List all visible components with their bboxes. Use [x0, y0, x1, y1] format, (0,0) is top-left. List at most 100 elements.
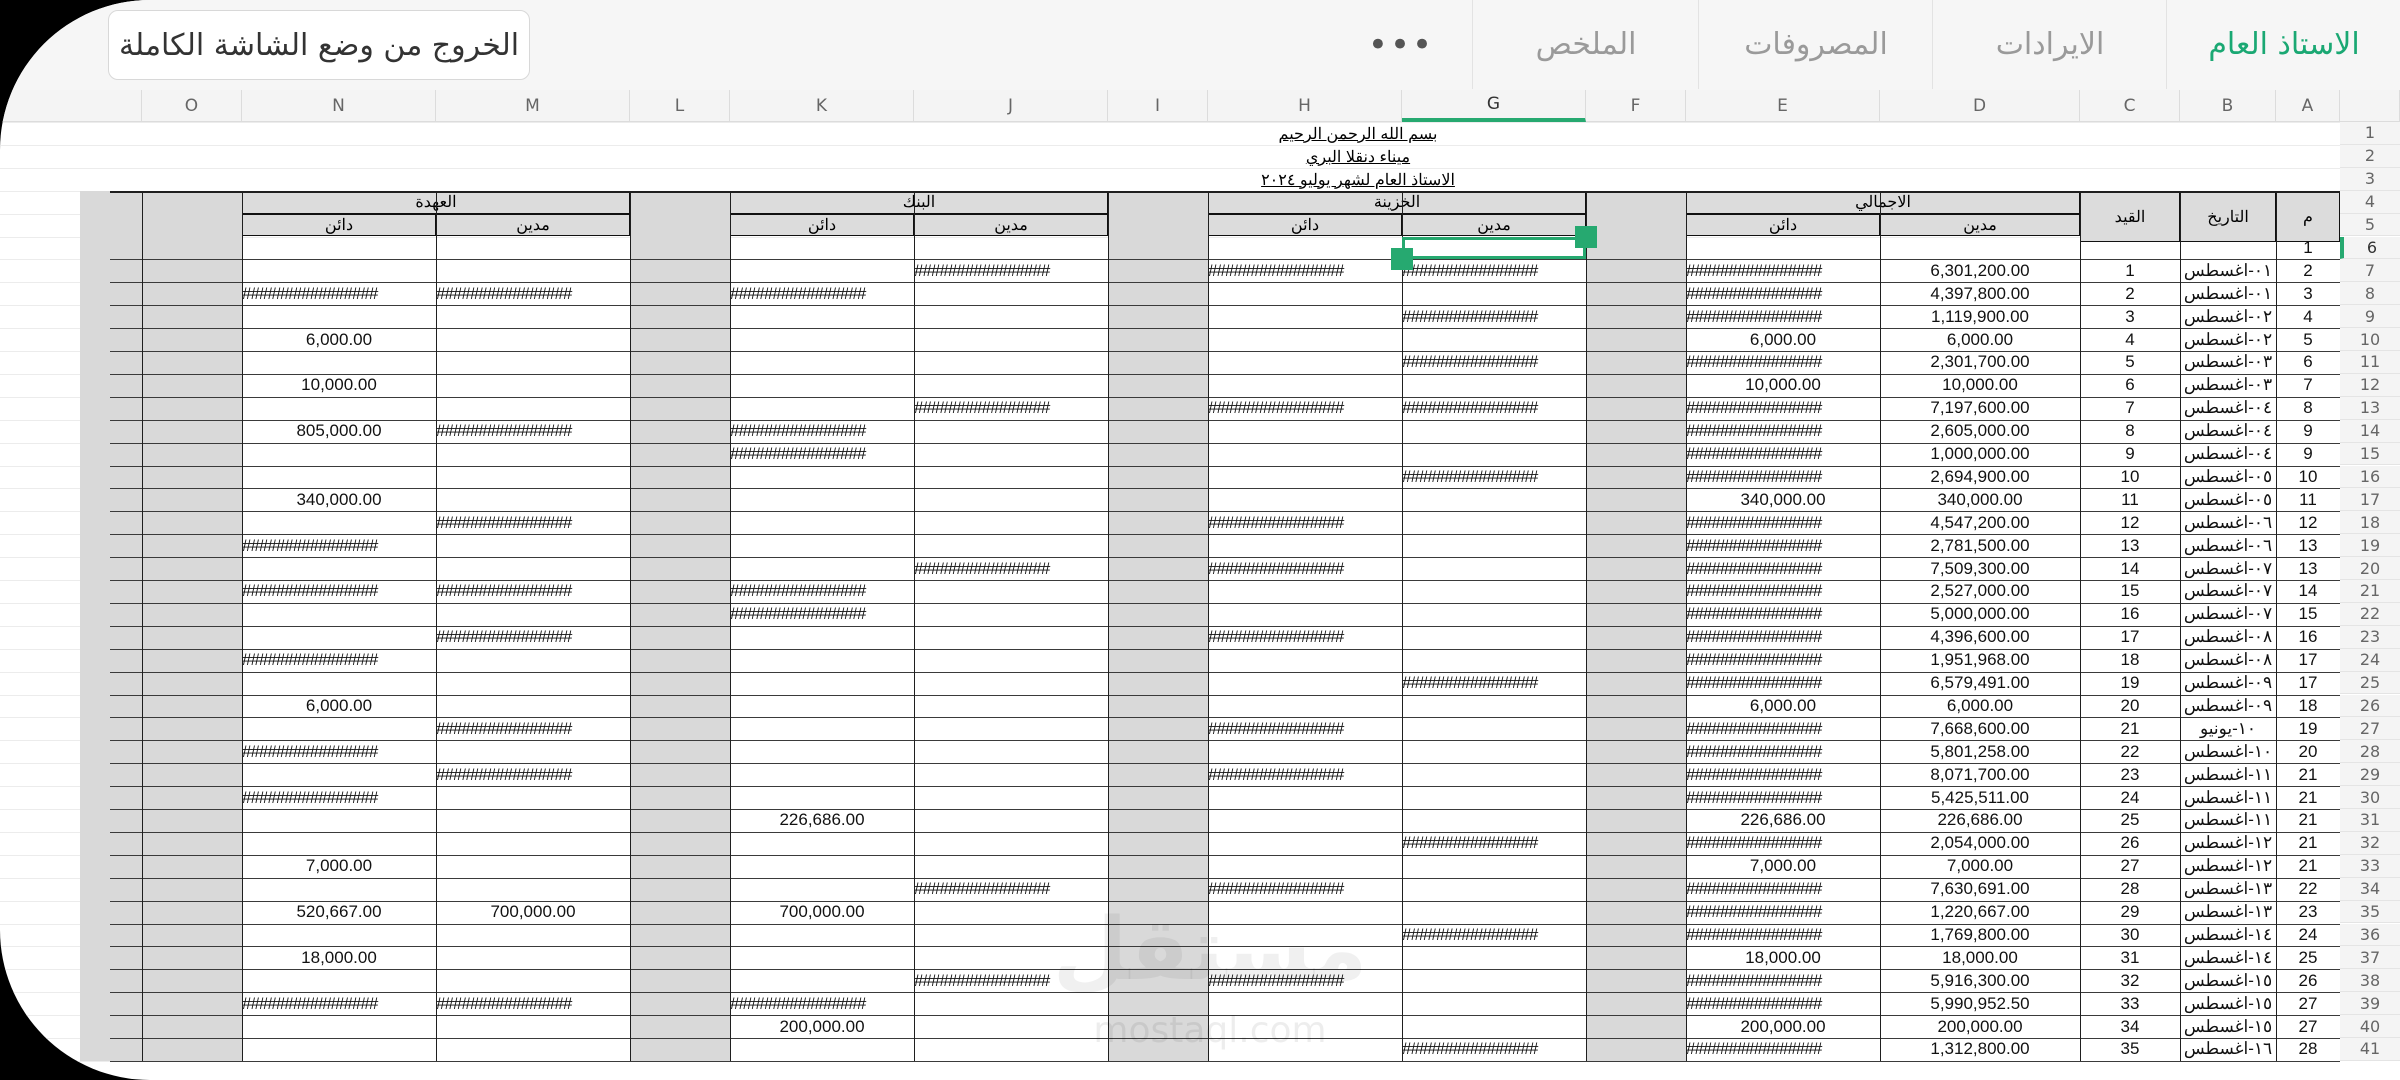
cell-J[interactable]: ################ — [914, 397, 1108, 420]
row-header-10[interactable]: 10 — [2340, 328, 2400, 351]
cell-c-entry[interactable]: 17 — [2080, 626, 2180, 649]
cell-a-m[interactable]: 4 — [2276, 305, 2340, 328]
cell-c-entry[interactable]: 1 — [2080, 259, 2180, 282]
column-header-F[interactable]: F — [1586, 90, 1686, 122]
cell-H[interactable] — [1208, 695, 1402, 718]
cell-b-date[interactable]: ٠٩-اغسطس — [2180, 695, 2276, 718]
cell-N[interactable]: ################ — [242, 580, 436, 603]
cell-M[interactable] — [436, 259, 630, 282]
cell-J[interactable]: ################ — [914, 557, 1108, 580]
cell-E[interactable]: ################ — [1686, 420, 1880, 443]
cell-c-entry[interactable]: 25 — [2080, 809, 2180, 832]
cell-c-entry[interactable]: 13 — [2080, 534, 2180, 557]
cell-D[interactable]: 6,000.00 — [1880, 328, 2080, 351]
cell-N[interactable] — [242, 809, 436, 832]
cell-c-entry[interactable]: 23 — [2080, 763, 2180, 786]
row-header-6[interactable]: 6 — [2340, 236, 2400, 260]
row-header-21[interactable]: 21 — [2340, 580, 2400, 603]
cell-D[interactable]: 1,220,667.00 — [1880, 901, 2080, 924]
row-header-20[interactable]: 20 — [2340, 557, 2400, 580]
row-header-4[interactable]: 4 — [2340, 190, 2400, 214]
cell-M[interactable] — [436, 695, 630, 718]
cell-G[interactable] — [1402, 328, 1586, 351]
cell-E[interactable] — [1686, 237, 1880, 260]
cell-K[interactable] — [730, 626, 914, 649]
cell-G[interactable]: ################ — [1402, 305, 1586, 328]
cell-a-m[interactable]: 16 — [2276, 626, 2340, 649]
cell-a-m[interactable]: 5 — [2276, 328, 2340, 351]
cell-a-m[interactable]: 21 — [2276, 832, 2340, 855]
cell-c-entry[interactable]: 4 — [2080, 328, 2180, 351]
cell-E[interactable]: ################ — [1686, 305, 1880, 328]
cell-b-date[interactable]: ١٤-اغسطس — [2180, 924, 2276, 947]
cell-J[interactable] — [914, 695, 1108, 718]
cell-D[interactable]: 2,054,000.00 — [1880, 832, 2080, 855]
cell-b-date[interactable]: ٠٧-اغسطس — [2180, 603, 2276, 626]
cell-K[interactable] — [730, 305, 914, 328]
cell-G[interactable]: ################ — [1402, 397, 1586, 420]
cell-D[interactable]: 1,312,800.00 — [1880, 1038, 2080, 1061]
cell-M[interactable] — [436, 443, 630, 466]
cell-K[interactable] — [730, 488, 914, 511]
cell-b-date[interactable]: ١١-اغسطس — [2180, 809, 2276, 832]
cell-M[interactable] — [436, 1015, 630, 1038]
cell-G[interactable] — [1402, 786, 1586, 809]
cell-a-m[interactable]: 18 — [2276, 695, 2340, 718]
row-header-27[interactable]: 27 — [2340, 717, 2400, 741]
cell-E[interactable]: ################ — [1686, 397, 1880, 420]
cell-J[interactable] — [914, 809, 1108, 832]
row-header-3[interactable]: 3 — [2340, 167, 2400, 191]
cell-N[interactable]: 6,000.00 — [242, 328, 436, 351]
cell-J[interactable] — [914, 282, 1108, 305]
cell-H[interactable] — [1208, 855, 1402, 878]
cell-D[interactable]: 18,000.00 — [1880, 946, 2080, 969]
cell-b-date[interactable]: ١٣-اغسطس — [2180, 901, 2276, 924]
cell-N[interactable]: 520,667.00 — [242, 901, 436, 924]
cell-c-entry[interactable]: 32 — [2080, 969, 2180, 992]
cell-D[interactable]: 6,579,491.00 — [1880, 672, 2080, 695]
cell-H[interactable]: ################ — [1208, 763, 1402, 786]
cell-a-m[interactable]: 21 — [2276, 855, 2340, 878]
cell-H[interactable]: ################ — [1208, 717, 1402, 740]
cell-G[interactable] — [1402, 282, 1586, 305]
cell-D[interactable]: 1,769,800.00 — [1880, 924, 2080, 947]
cell-G[interactable] — [1402, 992, 1586, 1015]
cell-a-m[interactable]: 7 — [2276, 374, 2340, 397]
cell-G[interactable] — [1402, 488, 1586, 511]
cell-N[interactable] — [242, 1015, 436, 1038]
cell-E[interactable]: ################ — [1686, 786, 1880, 809]
cell-N[interactable] — [242, 351, 436, 374]
cell-J[interactable]: ################ — [914, 878, 1108, 901]
cell-K[interactable]: ################ — [730, 580, 914, 603]
cell-D[interactable]: 7,630,691.00 — [1880, 878, 2080, 901]
cell-K[interactable] — [730, 649, 914, 672]
cell-J[interactable] — [914, 305, 1108, 328]
cell-D[interactable]: 7,509,300.00 — [1880, 557, 2080, 580]
cell-J[interactable] — [914, 466, 1108, 489]
cell-M[interactable]: ################ — [436, 992, 630, 1015]
cell-D[interactable]: 2,781,500.00 — [1880, 534, 2080, 557]
row-header-8[interactable]: 8 — [2340, 282, 2400, 306]
cell-M[interactable] — [436, 237, 630, 260]
cell-G[interactable] — [1402, 443, 1586, 466]
cell-H[interactable]: ################ — [1208, 626, 1402, 649]
cell-G[interactable]: ################ — [1402, 351, 1586, 374]
cell-N[interactable] — [242, 924, 436, 947]
cell-a-m[interactable]: 1 — [2276, 237, 2340, 260]
cell-E[interactable]: 10,000.00 — [1686, 374, 1880, 397]
cell-M[interactable] — [436, 969, 630, 992]
cell-E[interactable]: ################ — [1686, 443, 1880, 466]
cell-D[interactable]: 4,397,800.00 — [1880, 282, 2080, 305]
cell-H[interactable] — [1208, 237, 1402, 260]
cell-N[interactable] — [242, 397, 436, 420]
cell-a-m[interactable]: 22 — [2276, 878, 2340, 901]
row-header-29[interactable]: 29 — [2340, 763, 2400, 787]
cell-E[interactable]: ################ — [1686, 282, 1880, 305]
cell-b-date[interactable]: ٠٦-اغسطس — [2180, 511, 2276, 534]
cell-c-entry[interactable]: 3 — [2080, 305, 2180, 328]
cell-D[interactable]: 1,951,968.00 — [1880, 649, 2080, 672]
cell-N[interactable]: 6,000.00 — [242, 695, 436, 718]
cell-E[interactable]: 6,000.00 — [1686, 328, 1880, 351]
cell-D[interactable]: 2,605,000.00 — [1880, 420, 2080, 443]
cell-c-entry[interactable]: 8 — [2080, 420, 2180, 443]
